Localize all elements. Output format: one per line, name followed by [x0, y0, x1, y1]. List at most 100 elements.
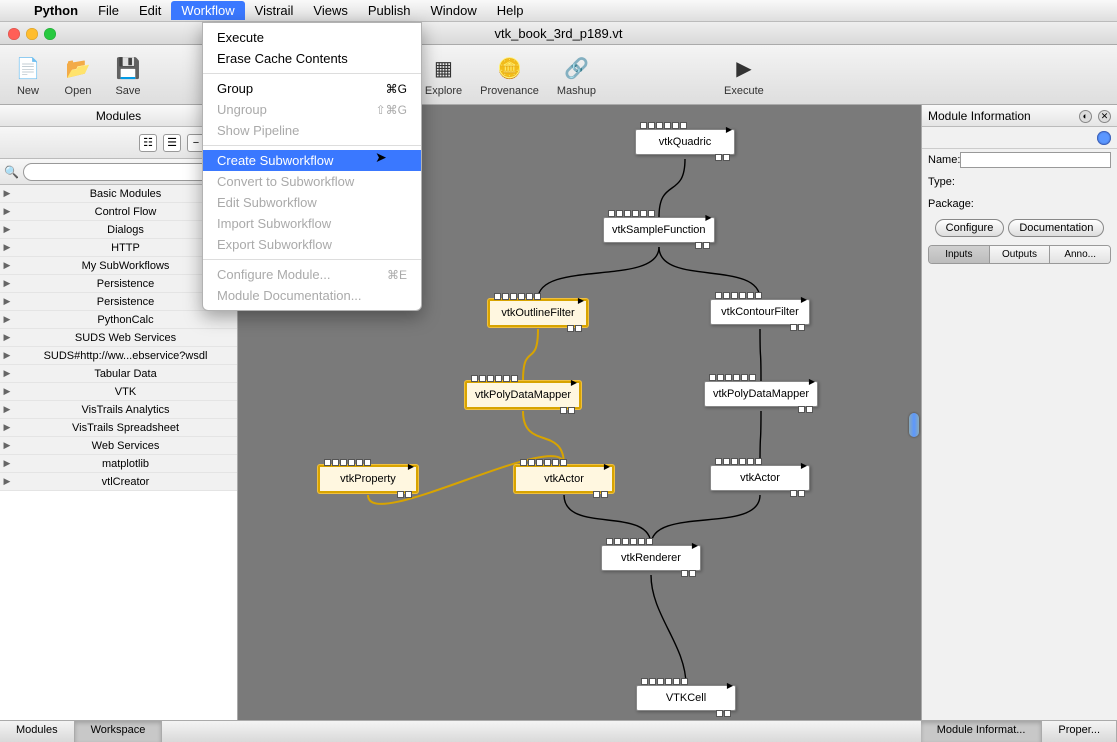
zoom-window-button[interactable]: [44, 28, 56, 40]
right-panel: Module Information ◐ ✕ Name: Type: Packa…: [921, 105, 1117, 720]
module-category[interactable]: ▶VTK: [0, 383, 237, 401]
chevron-icon[interactable]: ▶: [692, 541, 698, 550]
mashup-button[interactable]: 🔗Mashup: [557, 53, 596, 97]
open-button[interactable]: 📂Open: [62, 53, 94, 97]
menu-item[interactable]: Erase Cache Contents: [203, 48, 421, 69]
module-category[interactable]: ▶SUDS#http://ww...ebservice?wsdl: [0, 347, 237, 365]
node-vtkActor[interactable]: ▶vtkActor: [710, 465, 810, 491]
menu-item[interactable]: Group⌘G: [203, 78, 421, 99]
panel-close-icon[interactable]: ✕: [1098, 110, 1111, 123]
search-icon: 🔍: [4, 165, 19, 179]
node-vtkProperty[interactable]: ▶vtkProperty: [318, 465, 418, 493]
name-input[interactable]: [960, 152, 1111, 168]
module-category[interactable]: ▶vtlCreator: [0, 473, 237, 491]
node-vtkSampleFunction[interactable]: ▶vtkSampleFunction: [603, 217, 715, 243]
window-controls: [8, 28, 56, 40]
execute-button[interactable]: ▶Execute: [724, 53, 764, 97]
bottom-tab-module-info[interactable]: Module Informat...: [921, 721, 1043, 742]
chevron-icon[interactable]: ▶: [705, 213, 711, 222]
workflow-dropdown: ExecuteErase Cache Contents Group⌘GUngrou…: [202, 22, 422, 311]
chevron-icon[interactable]: ▶: [801, 461, 807, 470]
node-vtkQuadric[interactable]: ▶vtkQuadric: [635, 129, 735, 155]
port-tabs: Inputs Outputs Anno...: [928, 245, 1111, 264]
chevron-icon[interactable]: ▶: [604, 462, 610, 471]
node-vtkContourFilter[interactable]: ▶vtkContourFilter: [710, 299, 810, 325]
package-label: Package:: [928, 198, 980, 210]
node-vtkPolyDataMapper[interactable]: ▶vtkPolyDataMapper: [465, 381, 581, 409]
menu-views[interactable]: Views: [303, 1, 357, 20]
menu-app[interactable]: Python: [24, 1, 88, 20]
disclosure-triangle-icon[interactable]: ▶: [0, 422, 14, 433]
node-VTKCell[interactable]: ▶VTKCell: [636, 685, 736, 711]
panel-pin-icon[interactable]: ◐: [1079, 110, 1092, 123]
tab-annotations[interactable]: Anno...: [1050, 246, 1110, 263]
bottom-tab-modules[interactable]: Modules: [0, 721, 75, 742]
module-category[interactable]: ▶PythonCalc: [0, 311, 237, 329]
node-vtkOutlineFilter[interactable]: ▶vtkOutlineFilter: [488, 299, 588, 327]
chevron-icon[interactable]: ▶: [408, 462, 414, 471]
disclosure-triangle-icon[interactable]: ▶: [0, 278, 14, 289]
info-refresh-icon[interactable]: [1097, 131, 1111, 145]
menu-item: Edit Subworkflow: [203, 192, 421, 213]
module-category[interactable]: ▶SUDS Web Services: [0, 329, 237, 347]
disclosure-triangle-icon[interactable]: ▶: [0, 296, 14, 307]
window-title: vtk_book_3rd_p189.vt: [495, 26, 623, 41]
node-vtkPolyDataMapper[interactable]: ▶vtkPolyDataMapper: [704, 381, 818, 407]
node-vtkActor[interactable]: ▶vtkActor: [514, 465, 614, 493]
save-button[interactable]: 💾Save: [112, 53, 144, 97]
menu-workflow[interactable]: Workflow: [171, 1, 244, 20]
menu-help[interactable]: Help: [487, 1, 534, 20]
tree-expand-icon[interactable]: ☰: [163, 134, 181, 152]
disclosure-triangle-icon[interactable]: ▶: [0, 386, 14, 397]
disclosure-triangle-icon[interactable]: ▶: [0, 350, 14, 361]
menu-publish[interactable]: Publish: [358, 1, 421, 20]
menu-item[interactable]: Create Subworkflow: [203, 150, 421, 171]
tree-collapse-icon[interactable]: ☷: [139, 134, 157, 152]
new-button[interactable]: 📄New: [12, 53, 44, 97]
explore-button[interactable]: ▦Explore: [425, 53, 462, 97]
menu-edit[interactable]: Edit: [129, 1, 171, 20]
disclosure-triangle-icon[interactable]: ▶: [0, 368, 14, 379]
chevron-icon[interactable]: ▶: [578, 296, 584, 305]
minimize-window-button[interactable]: [26, 28, 38, 40]
documentation-button[interactable]: Documentation: [1008, 219, 1104, 237]
menu-file[interactable]: File: [88, 1, 129, 20]
disclosure-triangle-icon[interactable]: ▶: [0, 476, 14, 487]
disclosure-triangle-icon[interactable]: ▶: [0, 260, 14, 271]
disclosure-triangle-icon[interactable]: ▶: [0, 458, 14, 469]
menu-vistrail[interactable]: Vistrail: [245, 1, 304, 20]
module-category[interactable]: ▶Tabular Data: [0, 365, 237, 383]
configure-button[interactable]: Configure: [935, 219, 1005, 237]
disclosure-triangle-icon[interactable]: ▶: [0, 440, 14, 451]
provenance-button[interactable]: 🪙Provenance: [480, 53, 539, 97]
canvas-scrollbar-thumb[interactable]: [909, 413, 919, 437]
disclosure-triangle-icon[interactable]: ▶: [0, 242, 14, 253]
bottom-tab-properties[interactable]: Proper...: [1042, 721, 1117, 742]
menu-item: Configure Module...⌘E: [203, 264, 421, 285]
chevron-icon[interactable]: ▶: [571, 378, 577, 387]
disclosure-triangle-icon[interactable]: ▶: [0, 188, 14, 199]
node-vtkRenderer[interactable]: ▶vtkRenderer: [601, 545, 701, 571]
menu-item: Module Documentation...: [203, 285, 421, 306]
tab-outputs[interactable]: Outputs: [990, 246, 1051, 263]
chevron-icon[interactable]: ▶: [727, 681, 733, 690]
module-category[interactable]: ▶VisTrails Spreadsheet: [0, 419, 237, 437]
chevron-icon[interactable]: ▶: [801, 295, 807, 304]
close-window-button[interactable]: [8, 28, 20, 40]
chevron-icon[interactable]: ▶: [809, 377, 815, 386]
disclosure-triangle-icon[interactable]: ▶: [0, 404, 14, 415]
disclosure-triangle-icon[interactable]: ▶: [0, 206, 14, 217]
disclosure-triangle-icon[interactable]: ▶: [0, 314, 14, 325]
chevron-icon[interactable]: ▶: [726, 125, 732, 134]
bottom-tab-workspace[interactable]: Workspace: [75, 721, 163, 742]
type-label: Type:: [928, 176, 980, 188]
module-category[interactable]: ▶matplotlib: [0, 455, 237, 473]
module-category[interactable]: ▶VisTrails Analytics: [0, 401, 237, 419]
disclosure-triangle-icon[interactable]: ▶: [0, 332, 14, 343]
module-category[interactable]: ▶Web Services: [0, 437, 237, 455]
tab-inputs[interactable]: Inputs: [929, 246, 990, 263]
menu-item: Ungroup⇧⌘G: [203, 99, 421, 120]
menu-window[interactable]: Window: [421, 1, 487, 20]
disclosure-triangle-icon[interactable]: ▶: [0, 224, 14, 235]
menu-item[interactable]: Execute: [203, 27, 421, 48]
